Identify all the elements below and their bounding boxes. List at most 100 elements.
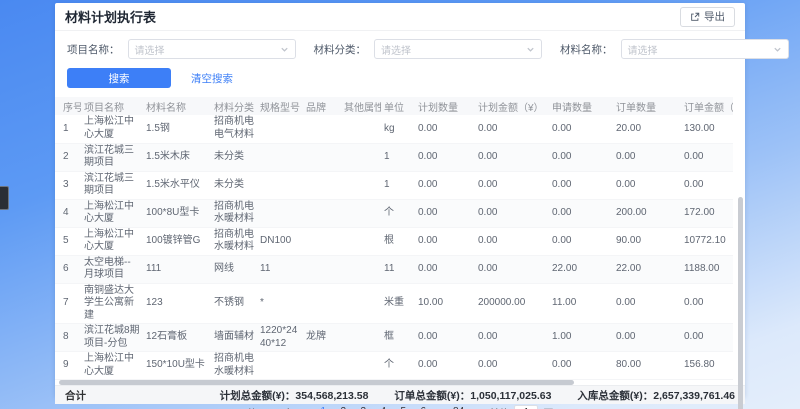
table-cell <box>341 255 381 283</box>
page-button[interactable]: 5 <box>397 404 410 409</box>
table-cell: 0.00 <box>613 324 681 352</box>
table-cell: 0.00 <box>475 199 549 227</box>
table-row: 9上海松江中心大厦150*10U型卡招商机电 水暖材料个0.000.000.00… <box>55 352 733 380</box>
page-button[interactable]: 6 <box>417 404 430 409</box>
table-cell <box>341 227 381 255</box>
chevron-down-icon <box>280 45 289 54</box>
table-cell <box>303 283 341 324</box>
table-cell: 0.00 <box>415 199 475 227</box>
table-cell: 未分类 <box>211 143 257 171</box>
table-cell: 滨江花城三期项目 <box>81 143 143 171</box>
table-cell: 0.00 <box>681 283 733 324</box>
table-cell: 9 <box>55 352 81 380</box>
table-cell: 0.00 <box>475 171 549 199</box>
table-cell: 0.00 <box>681 171 733 199</box>
table-cell: 10772.10 <box>681 227 733 255</box>
table-cell <box>303 115 341 143</box>
filter-material-category-select[interactable]: 请选择 <box>374 39 542 59</box>
table-cell: 招商机电 水暖材料 <box>211 352 257 380</box>
table-cell: 0.00 <box>415 324 475 352</box>
table-cell: 未分类 <box>211 171 257 199</box>
table-cell: 0.00 <box>613 171 681 199</box>
table-cell <box>257 199 303 227</box>
search-button[interactable]: 搜索 <box>67 68 171 88</box>
filter-project-name-select[interactable]: 请选择 <box>128 39 296 59</box>
table-cell <box>341 352 381 380</box>
column-header: 材料名称 <box>143 97 211 115</box>
action-row: 搜索 清空搜索 <box>67 68 733 88</box>
table-cell: 0.00 <box>549 143 613 171</box>
table-cell: 龙牌 <box>303 324 341 352</box>
page-button[interactable]: 84 <box>452 404 465 409</box>
table-cell: 个 <box>381 352 415 380</box>
pagination-bar: 共 1673 条 ‹123456...84› 前往 页 <box>55 404 745 409</box>
table-cell: 11 <box>381 255 415 283</box>
table-row: 6太空电梯--月球项目111网线11110.000.0022.0022.0011… <box>55 255 733 283</box>
filter-project-name: 项目名称： 请选择 <box>67 39 296 59</box>
filter-material-name-select[interactable]: 请选择 <box>621 39 789 59</box>
page-button[interactable]: 3 <box>357 404 370 409</box>
table-row: 8滨江花城8期项目-分包12石膏板墙面辅材1220*2440*12龙牌框0.00… <box>55 324 733 352</box>
column-header: 订单数量 <box>613 97 681 115</box>
table-cell: 20.00 <box>613 115 681 143</box>
total-count: 共 1673 条 <box>247 405 295 409</box>
vertical-scrollbar[interactable] <box>738 197 743 409</box>
goto-page-input[interactable] <box>514 405 538 409</box>
table-cell: 3 <box>55 171 81 199</box>
table-cell: 上海松江中心大厦 <box>81 199 143 227</box>
column-header: 计划金额（¥） <box>475 97 549 115</box>
summary-row: 合计 计划总金额(¥)：354,568,213.58订单总金额(¥)：1,050… <box>55 385 745 404</box>
filter-label: 材料名称： <box>560 42 613 57</box>
table-cell: 150*10U型卡 <box>143 352 211 380</box>
table-cell: 米重 <box>381 283 415 324</box>
table-cell: 0.00 <box>475 115 549 143</box>
table-cell: 滨江花城8期项目-分包 <box>81 324 143 352</box>
table-cell: 上海松江中心大厦 <box>81 115 143 143</box>
table-header-row: 序号项目名称材料名称材料分类规格型号品牌其他属性单位计划数量计划金额（¥）申请数… <box>55 97 733 115</box>
table-cell: 0.00 <box>415 255 475 283</box>
table-cell: 0.00 <box>549 352 613 380</box>
table-cell: 墙面辅材 <box>211 324 257 352</box>
summary-total: 计划总金额(¥)：354,568,213.58 <box>220 388 369 403</box>
filter-row: 项目名称：请选择材料分类：请选择材料名称：请选择 <box>67 39 733 59</box>
table-body: 1上海松江中心大厦1.5钢招商机电 电气材料kg0.000.000.0020.0… <box>55 115 733 380</box>
table-cell: 8 <box>55 324 81 352</box>
table-cell <box>303 171 341 199</box>
sidebar-collapsed-tab[interactable] <box>0 186 9 210</box>
table-cell: 招商机电 水暖材料 <box>211 227 257 255</box>
table-cell: 上海松江中心大厦 <box>81 352 143 380</box>
table-cell: 0.00 <box>415 115 475 143</box>
table-cell: 90.00 <box>613 227 681 255</box>
summary-total: 入库总金额(¥)：2,657,339,761.46 <box>577 388 735 403</box>
chevron-down-icon <box>773 45 782 54</box>
page-button[interactable]: 1 <box>317 404 330 409</box>
table-cell: 招商机电 水暖材料 <box>211 199 257 227</box>
page-button[interactable]: 4 <box>377 404 390 409</box>
table-cell: 0.00 <box>415 171 475 199</box>
summary-totals: 计划总金额(¥)：354,568,213.58订单总金额(¥)：1,050,11… <box>220 388 735 403</box>
table-cell: 123 <box>143 283 211 324</box>
table-cell <box>303 227 341 255</box>
table-cell: 200000.00 <box>475 283 549 324</box>
table-cell: 172.00 <box>681 199 733 227</box>
table-cell: 0.00 <box>613 143 681 171</box>
table-cell <box>341 324 381 352</box>
table-cell: 0.00 <box>475 352 549 380</box>
table-cell: 0.00 <box>549 115 613 143</box>
filter-label: 项目名称： <box>67 42 120 57</box>
export-button[interactable]: 导出 <box>680 7 735 27</box>
table-cell: 根 <box>381 227 415 255</box>
main-panel: 材料计划执行表 导出 项目名称：请选择材料分类：请选择材料名称：请选择 搜索 清… <box>55 3 745 397</box>
page-button[interactable]: 2 <box>337 404 350 409</box>
materials-table: 序号项目名称材料名称材料分类规格型号品牌其他属性单位计划数量计划金额（¥）申请数… <box>55 97 733 380</box>
table-cell: 0.00 <box>415 143 475 171</box>
table-cell: 太空电梯--月球项目 <box>81 255 143 283</box>
clear-search-button[interactable]: 清空搜索 <box>191 71 233 86</box>
chevron-down-icon <box>526 45 535 54</box>
table-cell: 130.00 <box>681 115 733 143</box>
column-header: 品牌 <box>303 97 341 115</box>
table-cell: 2 <box>55 143 81 171</box>
table-cell <box>257 143 303 171</box>
table-cell: 招商机电 电气材料 <box>211 115 257 143</box>
table-cell: 1.5钢 <box>143 115 211 143</box>
